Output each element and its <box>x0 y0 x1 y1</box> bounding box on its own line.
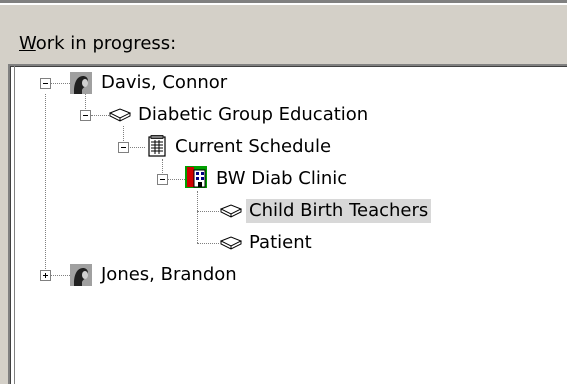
tree-left-edge <box>14 66 15 384</box>
building-icon <box>185 166 207 188</box>
collapse-toggle[interactable] <box>80 110 91 121</box>
collapse-toggle[interactable] <box>40 78 51 89</box>
work-in-progress-tree[interactable]: Davis, Connor Diabetic Group Education C… <box>8 64 567 384</box>
tree-node-label[interactable]: Patient <box>246 231 315 255</box>
person-icon <box>70 264 92 286</box>
open-book-icon <box>109 108 131 122</box>
open-book-icon <box>220 236 242 250</box>
top-divider-highlight <box>0 3 567 5</box>
tree-connector <box>45 94 46 275</box>
tree-connector <box>197 191 198 243</box>
tree-node-label[interactable]: Jones, Brandon <box>98 263 240 287</box>
label-text: ork in progress: <box>35 33 177 54</box>
open-book-icon <box>220 204 242 218</box>
schedule-document-icon <box>148 135 166 157</box>
tree-node-label-selected[interactable]: Child Birth Teachers <box>246 199 432 223</box>
tree-connector <box>91 115 109 116</box>
tree-node-label[interactable]: Diabetic Group Education <box>135 103 371 127</box>
tree-connector <box>50 83 70 84</box>
tree-node-label[interactable]: Davis, Connor <box>98 71 230 95</box>
tree-connector <box>197 243 219 244</box>
tree-connector <box>128 147 145 148</box>
expand-toggle[interactable] <box>40 270 51 281</box>
tree-node-label[interactable]: BW Diab Clinic <box>213 167 350 191</box>
tree-node-label[interactable]: Current Schedule <box>172 135 334 159</box>
collapse-toggle[interactable] <box>118 142 129 153</box>
tree-connector <box>50 275 70 276</box>
person-icon <box>70 72 92 94</box>
work-in-progress-label: Work in progress: <box>19 33 176 55</box>
collapse-toggle[interactable] <box>157 174 168 185</box>
tree-connector <box>168 179 185 180</box>
tree-connector <box>197 211 219 212</box>
label-mnemonic: W <box>19 33 36 54</box>
